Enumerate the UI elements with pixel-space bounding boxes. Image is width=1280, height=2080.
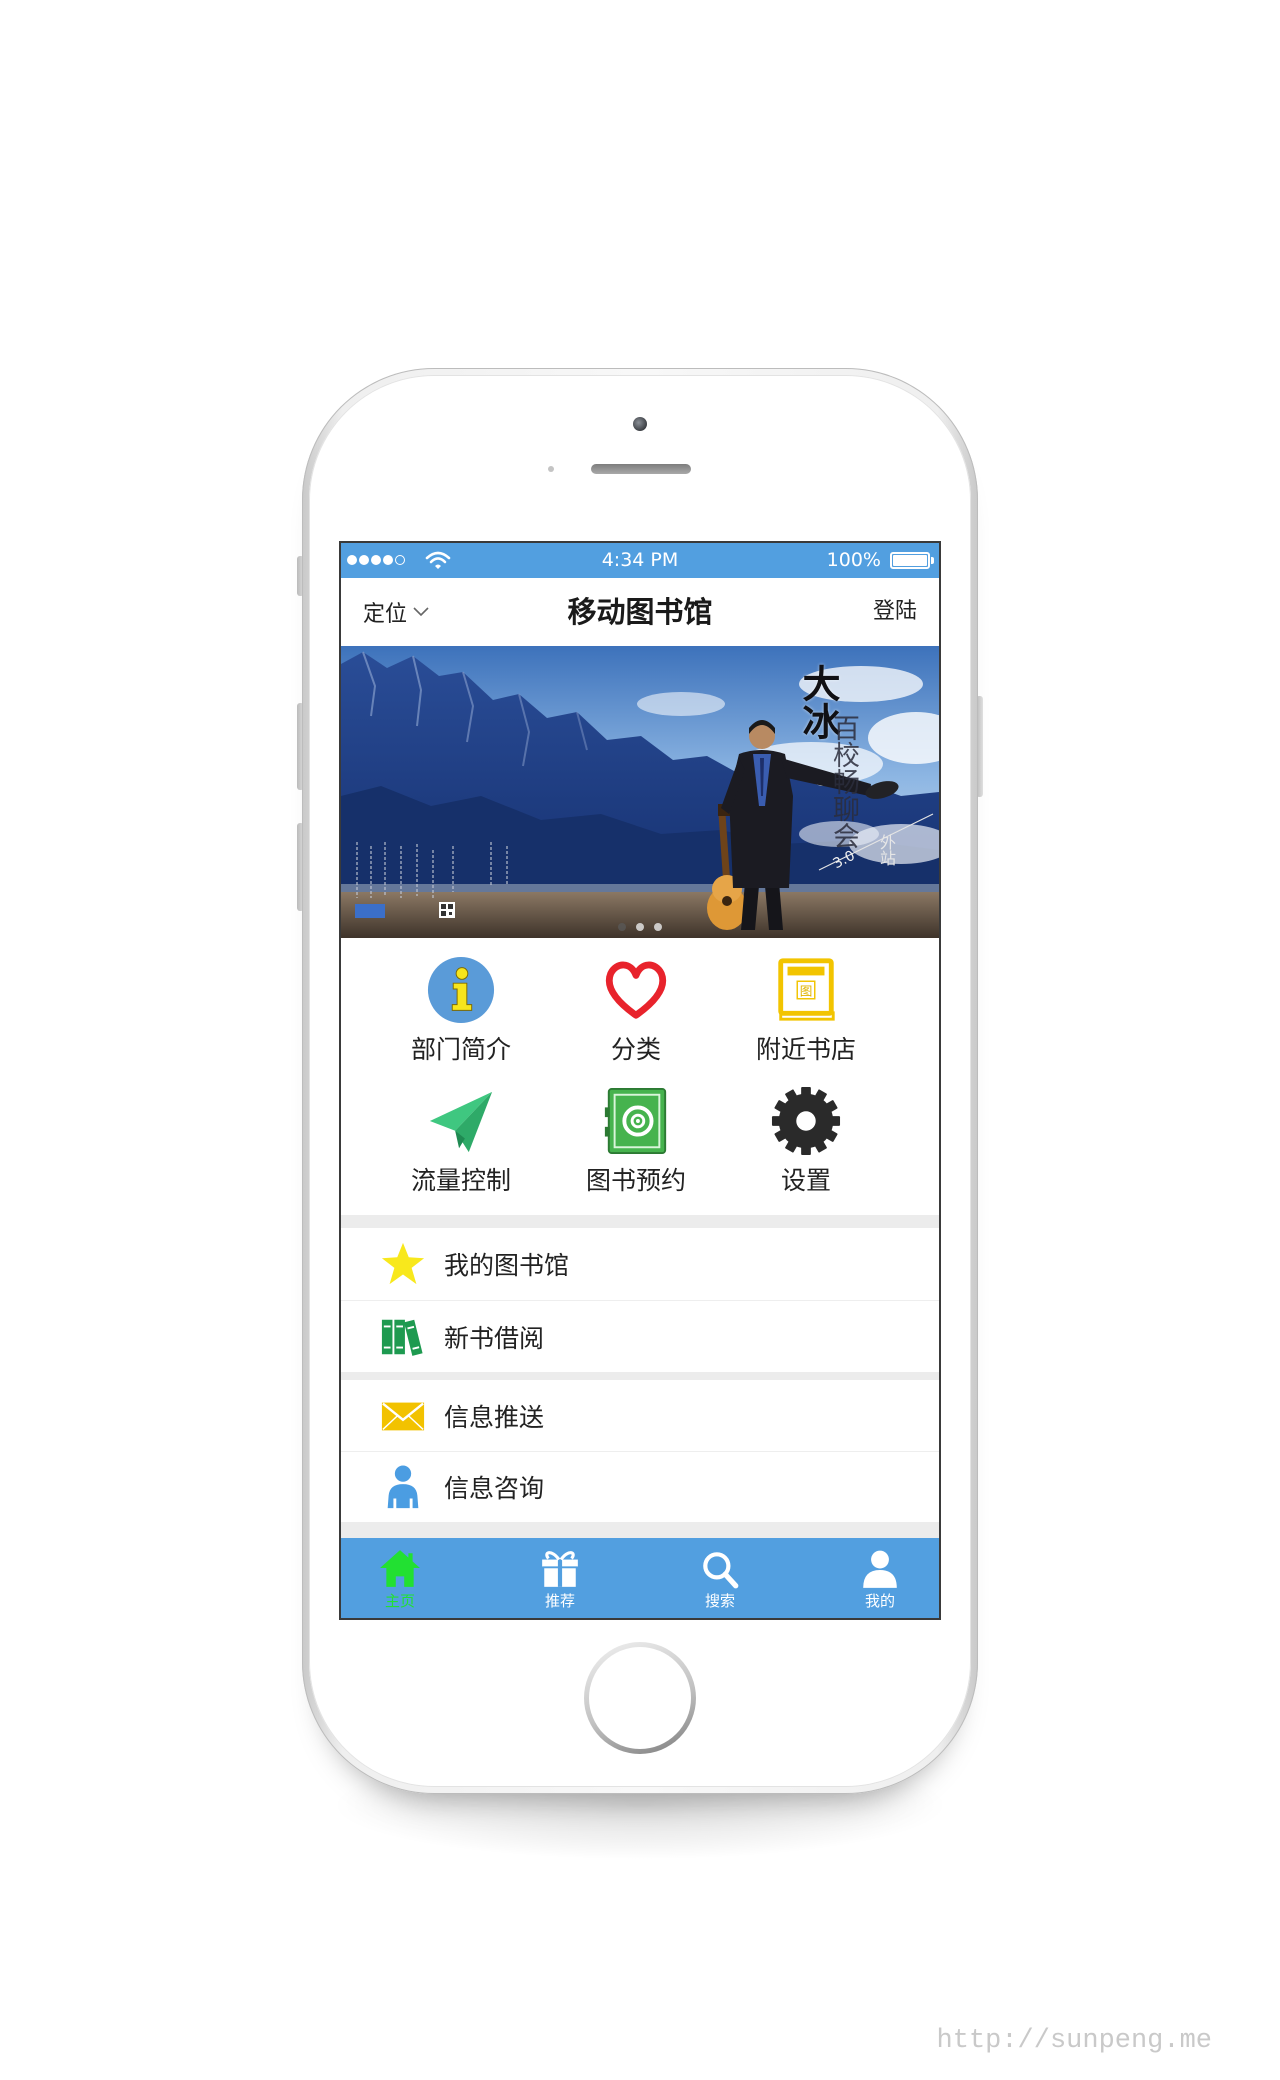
grid-item-traffic-control[interactable]: 流量控制 — [371, 1083, 551, 1214]
grid-item-label: 图书预约 — [585, 1166, 686, 1195]
user-icon — [863, 1550, 897, 1588]
section-separator — [341, 1522, 939, 1538]
grid-item-label: 分类 — [610, 1035, 661, 1064]
list-item-label: 我的图书馆 — [444, 1251, 570, 1280]
home-icon — [380, 1550, 420, 1587]
banner-tag: 外站 — [877, 834, 896, 866]
banner-qr-code — [439, 902, 455, 918]
battery-cap — [931, 557, 934, 564]
banner-subtitle: 百校畅聊会 — [828, 714, 859, 849]
section-separator — [341, 1372, 939, 1380]
bookstore-icon-glyph: 图 — [800, 983, 813, 998]
grid-item-department-intro[interactable]: 部门简介 — [371, 952, 551, 1083]
carousel-indicator — [341, 923, 939, 931]
grid-item-label: 部门简介 — [410, 1035, 511, 1064]
watermark-url: http://sunpeng.me — [936, 2026, 1212, 2056]
feature-grid: 部门简介 分类 图 附近书店 流量控制 图书预约 设置 — [341, 938, 939, 1215]
safe-icon — [604, 1087, 667, 1155]
envelope-icon — [381, 1402, 425, 1430]
grid-item-book-reservation[interactable]: 图书预约 — [551, 1083, 721, 1214]
grid-item-settings[interactable]: 设置 — [721, 1083, 891, 1214]
tab-mine[interactable]: 我的 — [850, 1538, 910, 1610]
banner-carousel[interactable]: 大冰 百校畅聊会 3.0 外站 — [341, 646, 939, 938]
carousel-dot[interactable] — [636, 923, 644, 931]
tab-home[interactable]: 主页 — [370, 1538, 430, 1610]
grid-item-label: 设置 — [780, 1166, 831, 1195]
star-icon — [381, 1242, 425, 1285]
tab-label: 我的 — [864, 1592, 895, 1610]
bottom-tab-bar: 主页 推荐 搜索 我的 — [341, 1538, 939, 1618]
carousel-dot[interactable] — [618, 923, 626, 931]
tab-search[interactable]: 搜索 — [690, 1538, 750, 1610]
list-item-info-consult[interactable]: 信息咨询 — [341, 1451, 939, 1522]
login-button[interactable]: 登陆 — [873, 578, 917, 646]
home-button-face — [589, 1647, 691, 1749]
list-item-my-library[interactable]: 我的图书馆 — [341, 1228, 939, 1300]
earpiece-speaker — [591, 464, 691, 474]
grid-item-label: 流量控制 — [410, 1166, 511, 1195]
banner-ground — [341, 892, 939, 938]
list-item-new-book-lending[interactable]: 新书借阅 — [341, 1300, 939, 1372]
heart-icon — [605, 961, 667, 1019]
list-item-info-push[interactable]: 信息推送 — [341, 1380, 939, 1451]
tab-label: 主页 — [384, 1592, 415, 1610]
gear-icon — [771, 1086, 841, 1156]
bookstore-icon: 图 — [778, 958, 835, 1021]
grid-item-category[interactable]: 分类 — [551, 952, 721, 1083]
proximity-sensor — [548, 466, 554, 472]
app-header: 移动图书馆 定位 登陆 — [341, 578, 939, 646]
app-screen: 4:34 PM 100% 移动图书馆 定位 登陆 大冰 百校畅聊会 3.0 外站… — [339, 541, 941, 1620]
front-camera — [633, 417, 647, 431]
phone-mockup: 4:34 PM 100% 移动图书馆 定位 登陆 大冰 百校畅聊会 3.0 外站… — [302, 368, 978, 1794]
tab-recommend[interactable]: 推荐 — [530, 1538, 590, 1610]
home-button — [584, 1642, 696, 1754]
list-item-label: 信息咨询 — [444, 1474, 545, 1503]
battery-level — [893, 555, 927, 566]
carousel-dot[interactable] — [654, 923, 662, 931]
grid-item-label: 附近书店 — [755, 1035, 856, 1064]
paper-plane-icon — [429, 1091, 493, 1153]
chevron-down-icon — [413, 607, 429, 617]
person-icon — [387, 1465, 419, 1509]
page-title: 移动图书馆 — [567, 595, 713, 629]
list-item-label: 新书借阅 — [444, 1323, 545, 1353]
tab-label: 推荐 — [544, 1592, 575, 1610]
list-item-label: 信息推送 — [444, 1402, 545, 1432]
location-label: 定位 — [363, 602, 408, 627]
banner-logo — [355, 904, 385, 918]
books-icon — [381, 1319, 423, 1356]
tab-label: 搜索 — [704, 1592, 735, 1610]
gift-icon — [542, 1551, 578, 1587]
battery-percentage: 100% — [826, 549, 881, 571]
search-icon — [703, 1552, 739, 1589]
battery-icon — [890, 552, 930, 569]
grid-item-nearby-bookstore[interactable]: 图 附近书店 — [721, 952, 891, 1083]
location-button[interactable]: 定位 — [363, 578, 429, 646]
info-icon — [427, 956, 495, 1024]
status-bar: 4:34 PM 100% — [341, 543, 939, 578]
section-separator — [341, 1215, 939, 1228]
